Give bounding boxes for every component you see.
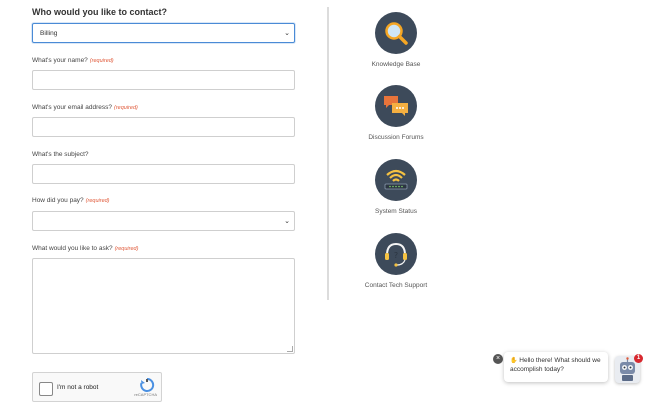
required-tag: (required) bbox=[85, 198, 110, 204]
contact-select[interactable]: Billing ⌄ bbox=[32, 23, 295, 43]
subject-field[interactable] bbox=[32, 164, 295, 184]
recaptcha-checkbox[interactable] bbox=[39, 382, 53, 396]
knowledge-base-label: Knowledge Base bbox=[371, 61, 421, 68]
svg-text:?: ? bbox=[394, 251, 398, 260]
contact-select-value: Billing bbox=[40, 29, 58, 37]
recaptcha-widget: I'm not a robot reCAPTCHA bbox=[32, 372, 162, 402]
name-field[interactable] bbox=[32, 70, 295, 90]
pay-label-text: How did you pay? bbox=[32, 197, 84, 204]
email-label-text: What's your email address? bbox=[32, 104, 112, 111]
knowledge-base-link[interactable]: Knowledge Base bbox=[355, 12, 437, 68]
column-divider bbox=[327, 7, 329, 300]
wifi-router-icon bbox=[375, 159, 417, 201]
payment-select[interactable]: ⌄ bbox=[32, 211, 295, 231]
chat-bubbles-icon bbox=[375, 85, 417, 127]
chat-greeting-text: Hello there! What should we accomplish t… bbox=[510, 357, 601, 373]
system-status-link[interactable]: System Status bbox=[355, 159, 437, 215]
chat-close-icon[interactable]: × bbox=[493, 354, 503, 364]
name-label: What's your name? (required) bbox=[32, 57, 114, 64]
subject-label: What's the subject? bbox=[32, 151, 89, 158]
required-tag: (required) bbox=[89, 58, 114, 64]
required-tag: (required) bbox=[114, 105, 138, 111]
ask-label: What would you like to ask? (required) bbox=[32, 245, 138, 252]
name-label-text: What's your name? bbox=[32, 57, 88, 64]
headset-icon: ? bbox=[375, 233, 417, 275]
tech-support-link[interactable]: ? Contact Tech Support bbox=[355, 233, 437, 289]
recaptcha-logo-icon bbox=[140, 377, 155, 392]
system-status-label: System Status bbox=[375, 208, 417, 215]
notification-badge: 1 bbox=[634, 354, 643, 363]
resize-handle-icon[interactable] bbox=[287, 346, 293, 352]
email-label: What's your email address? (required) bbox=[32, 104, 138, 111]
form-heading: Who would you like to contact? bbox=[32, 7, 167, 17]
ask-label-text: What would you like to ask? bbox=[32, 245, 113, 252]
chevron-down-icon: ⌄ bbox=[284, 30, 290, 37]
chevron-down-icon: ⌄ bbox=[284, 218, 290, 225]
discussion-forums-link[interactable]: Discussion Forums bbox=[355, 85, 437, 141]
required-tag: (required) bbox=[114, 246, 139, 252]
magnifier-icon bbox=[375, 12, 417, 54]
pay-label: How did you pay? (required) bbox=[32, 197, 110, 204]
question-textarea[interactable] bbox=[32, 258, 295, 354]
chat-greeting-bubble[interactable]: ✋ Hello there! What should we accomplish… bbox=[504, 352, 608, 382]
discussion-forums-label: Discussion Forums bbox=[368, 134, 424, 141]
tech-support-label: Contact Tech Support bbox=[364, 282, 428, 289]
email-field[interactable] bbox=[32, 117, 295, 137]
waving-hand-icon: ✋ bbox=[510, 358, 518, 364]
recaptcha-label: I'm not a robot bbox=[57, 384, 99, 391]
